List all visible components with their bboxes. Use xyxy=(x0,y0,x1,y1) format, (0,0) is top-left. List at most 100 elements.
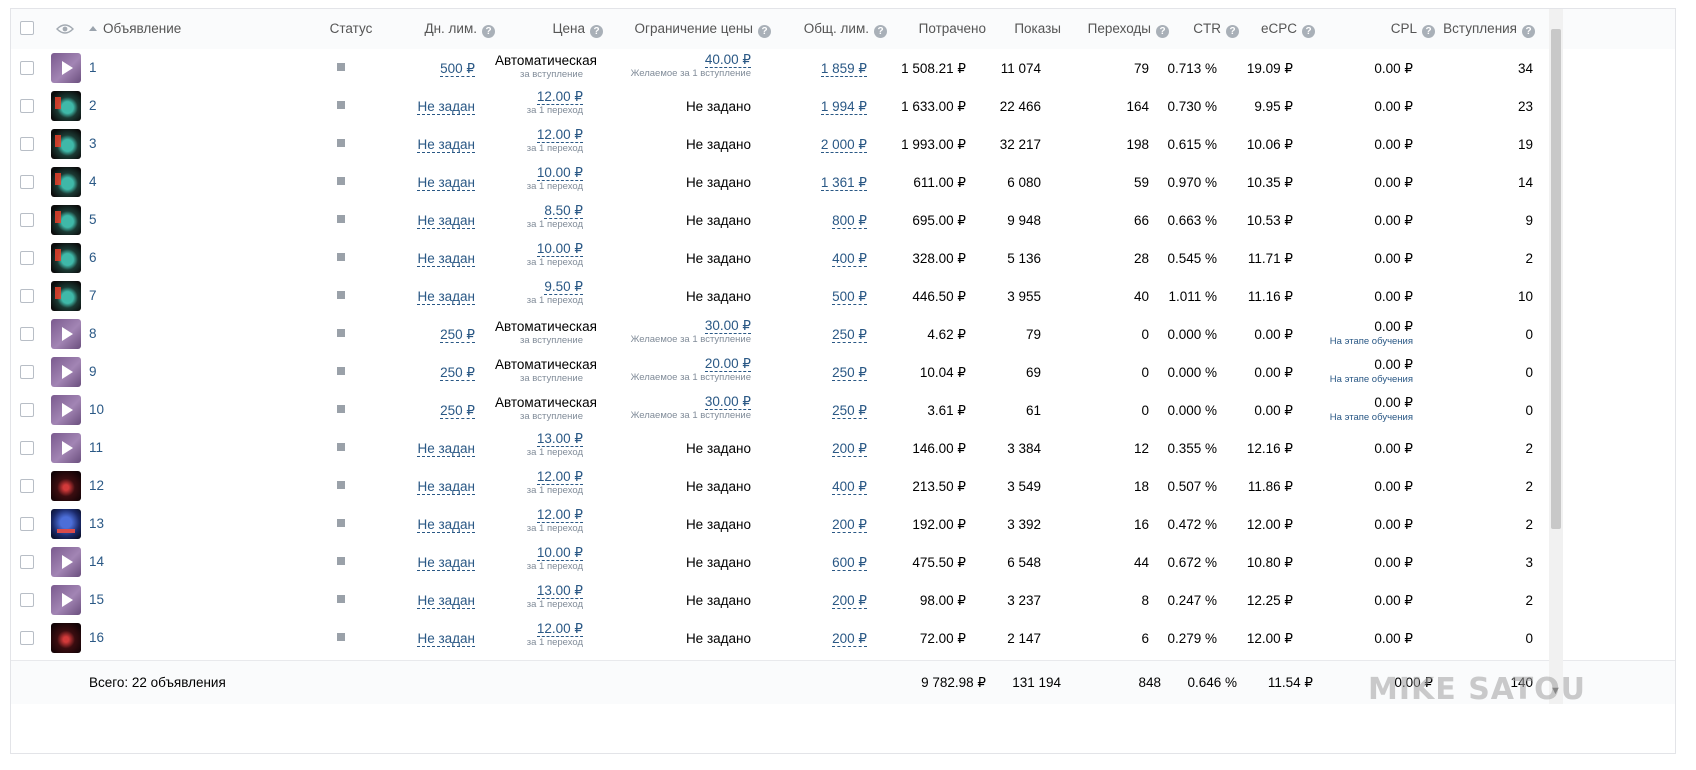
row-checkbox[interactable] xyxy=(20,555,34,569)
ad-thumbnail[interactable] xyxy=(51,281,81,311)
ad-name-link[interactable]: 8 xyxy=(89,326,97,341)
ad-thumbnail[interactable] xyxy=(51,471,81,501)
col-ad[interactable]: Объявление xyxy=(89,9,181,49)
total-limit-link[interactable]: 1 859 ₽ xyxy=(820,61,867,77)
daily-limit-link[interactable]: Не задан xyxy=(417,213,475,229)
price-link[interactable]: 12.00 ₽ xyxy=(536,621,583,637)
col-impressions[interactable]: Показы xyxy=(986,9,1061,49)
daily-limit-link[interactable]: 250 ₽ xyxy=(440,365,475,381)
daily-limit-link[interactable]: 250 ₽ xyxy=(440,403,475,419)
col-joins[interactable]: Вступления? xyxy=(1435,9,1535,49)
ad-thumbnail[interactable] xyxy=(51,205,81,235)
daily-limit-link[interactable]: Не задан xyxy=(417,289,475,305)
ad-thumbnail[interactable] xyxy=(51,433,81,463)
ad-thumbnail[interactable] xyxy=(51,585,81,615)
row-checkbox[interactable] xyxy=(20,631,34,645)
row-checkbox[interactable] xyxy=(20,99,34,113)
ad-thumbnail[interactable] xyxy=(51,129,81,159)
ad-name-link[interactable]: 9 xyxy=(89,364,97,379)
ad-thumbnail[interactable] xyxy=(51,623,81,653)
ad-name-link[interactable]: 1 xyxy=(89,60,97,75)
row-checkbox[interactable] xyxy=(20,213,34,227)
ad-name-link[interactable]: 4 xyxy=(89,174,97,189)
daily-limit-link[interactable]: Не задан xyxy=(417,479,475,495)
price-link[interactable]: 13.00 ₽ xyxy=(536,583,583,599)
price-link[interactable]: 10.00 ₽ xyxy=(536,545,583,561)
vertical-scrollbar[interactable] xyxy=(1549,9,1563,704)
row-checkbox[interactable] xyxy=(20,251,34,265)
ad-thumbnail[interactable] xyxy=(51,395,81,425)
ad-name-link[interactable]: 16 xyxy=(89,630,104,645)
total-limit-link[interactable]: 250 ₽ xyxy=(832,365,867,381)
row-checkbox[interactable] xyxy=(20,441,34,455)
table-row[interactable]: 16 Не задан 12.00 ₽ за 1 переход Не задано 20… xyxy=(11,619,1675,660)
help-icon[interactable]: ? xyxy=(1522,25,1535,38)
col-status[interactable]: Статус xyxy=(311,9,391,49)
help-icon[interactable]: ? xyxy=(590,25,603,38)
daily-limit-link[interactable]: 250 ₽ xyxy=(440,327,475,343)
ad-thumbnail[interactable] xyxy=(51,547,81,577)
price-link[interactable]: 12.00 ₽ xyxy=(536,507,583,523)
daily-limit-link[interactable]: Не задан xyxy=(417,593,475,609)
help-icon[interactable]: ? xyxy=(1302,25,1315,38)
price-link[interactable]: 13.00 ₽ xyxy=(536,431,583,447)
price-link[interactable]: 9.50 ₽ xyxy=(544,279,583,295)
row-checkbox[interactable] xyxy=(20,175,34,189)
row-checkbox[interactable] xyxy=(20,593,34,607)
total-limit-link[interactable]: 1 994 ₽ xyxy=(820,99,867,115)
daily-limit-link[interactable]: Не задан xyxy=(417,99,475,115)
table-row[interactable]: 3 Не задан 12.00 ₽ за 1 переход Не задано 2 0… xyxy=(11,125,1675,166)
total-limit-link[interactable]: 200 ₽ xyxy=(832,593,867,609)
total-limit-link[interactable]: 200 ₽ xyxy=(832,441,867,457)
row-checkbox[interactable] xyxy=(20,479,34,493)
total-limit-link[interactable]: 200 ₽ xyxy=(832,631,867,647)
table-row[interactable]: 15 Не задан 13.00 ₽ за 1 переход Не задано 20… xyxy=(11,581,1675,622)
ad-name-link[interactable]: 13 xyxy=(89,516,104,531)
row-checkbox[interactable] xyxy=(20,403,34,417)
price-link[interactable]: 10.00 ₽ xyxy=(536,165,583,181)
help-icon[interactable]: ? xyxy=(874,25,887,38)
daily-limit-link[interactable]: Не задан xyxy=(417,441,475,457)
ad-name-link[interactable]: 11 xyxy=(89,440,103,455)
table-row[interactable]: 7 Не задан 9.50 ₽ за 1 переход Не задано 500 … xyxy=(11,277,1675,318)
total-limit-link[interactable]: 2 000 ₽ xyxy=(820,137,867,153)
table-row[interactable]: 13 Не задан 12.00 ₽ за 1 переход Не задано 20… xyxy=(11,505,1675,546)
row-checkbox[interactable] xyxy=(20,517,34,531)
help-icon[interactable]: ? xyxy=(1422,25,1435,38)
col-total-limit[interactable]: Общ. лим.? xyxy=(771,9,887,49)
row-checkbox[interactable] xyxy=(20,365,34,379)
ad-name-link[interactable]: 15 xyxy=(89,592,104,607)
help-icon[interactable]: ? xyxy=(1156,25,1169,38)
col-clicks[interactable]: Переходы? xyxy=(1061,9,1169,49)
daily-limit-link[interactable]: Не задан xyxy=(417,631,475,647)
total-limit-link[interactable]: 200 ₽ xyxy=(832,517,867,533)
price-limit-link[interactable]: 20.00 ₽ xyxy=(704,356,751,372)
col-cpl[interactable]: CPL? xyxy=(1315,9,1435,49)
help-icon[interactable]: ? xyxy=(1226,25,1239,38)
col-price-limit[interactable]: Ограничение цены? xyxy=(603,9,771,49)
table-row[interactable]: 8 250 ₽ Автоматическая за вступление 30.00 ₽… xyxy=(11,315,1675,356)
price-limit-link[interactable]: 30.00 ₽ xyxy=(704,394,751,410)
daily-limit-link[interactable]: Не задан xyxy=(417,137,475,153)
row-checkbox[interactable] xyxy=(20,137,34,151)
price-link[interactable]: 12.00 ₽ xyxy=(536,469,583,485)
help-icon[interactable]: ? xyxy=(482,25,495,38)
total-limit-link[interactable]: 800 ₽ xyxy=(832,213,867,229)
daily-limit-link[interactable]: Не задан xyxy=(417,175,475,191)
col-daily-limit[interactable]: Дн. лим.? xyxy=(391,9,495,49)
total-limit-link[interactable]: 600 ₽ xyxy=(832,555,867,571)
row-checkbox[interactable] xyxy=(20,289,34,303)
table-row[interactable]: 4 Не задан 10.00 ₽ за 1 переход Не задано 1 3… xyxy=(11,163,1675,204)
price-limit-link[interactable]: 30.00 ₽ xyxy=(704,318,751,334)
ad-name-link[interactable]: 6 xyxy=(89,250,97,265)
ad-name-link[interactable]: 5 xyxy=(89,212,97,227)
ad-name-link[interactable]: 12 xyxy=(89,478,104,493)
ad-thumbnail[interactable] xyxy=(51,167,81,197)
ad-thumbnail[interactable] xyxy=(51,319,81,349)
eye-icon[interactable] xyxy=(56,23,74,35)
row-checkbox[interactable] xyxy=(20,327,34,341)
ad-name-link[interactable]: 7 xyxy=(89,288,97,303)
ad-name-link[interactable]: 14 xyxy=(89,554,104,569)
total-limit-link[interactable]: 1 361 ₽ xyxy=(820,175,867,191)
col-ecpc[interactable]: eCPC? xyxy=(1239,9,1315,49)
